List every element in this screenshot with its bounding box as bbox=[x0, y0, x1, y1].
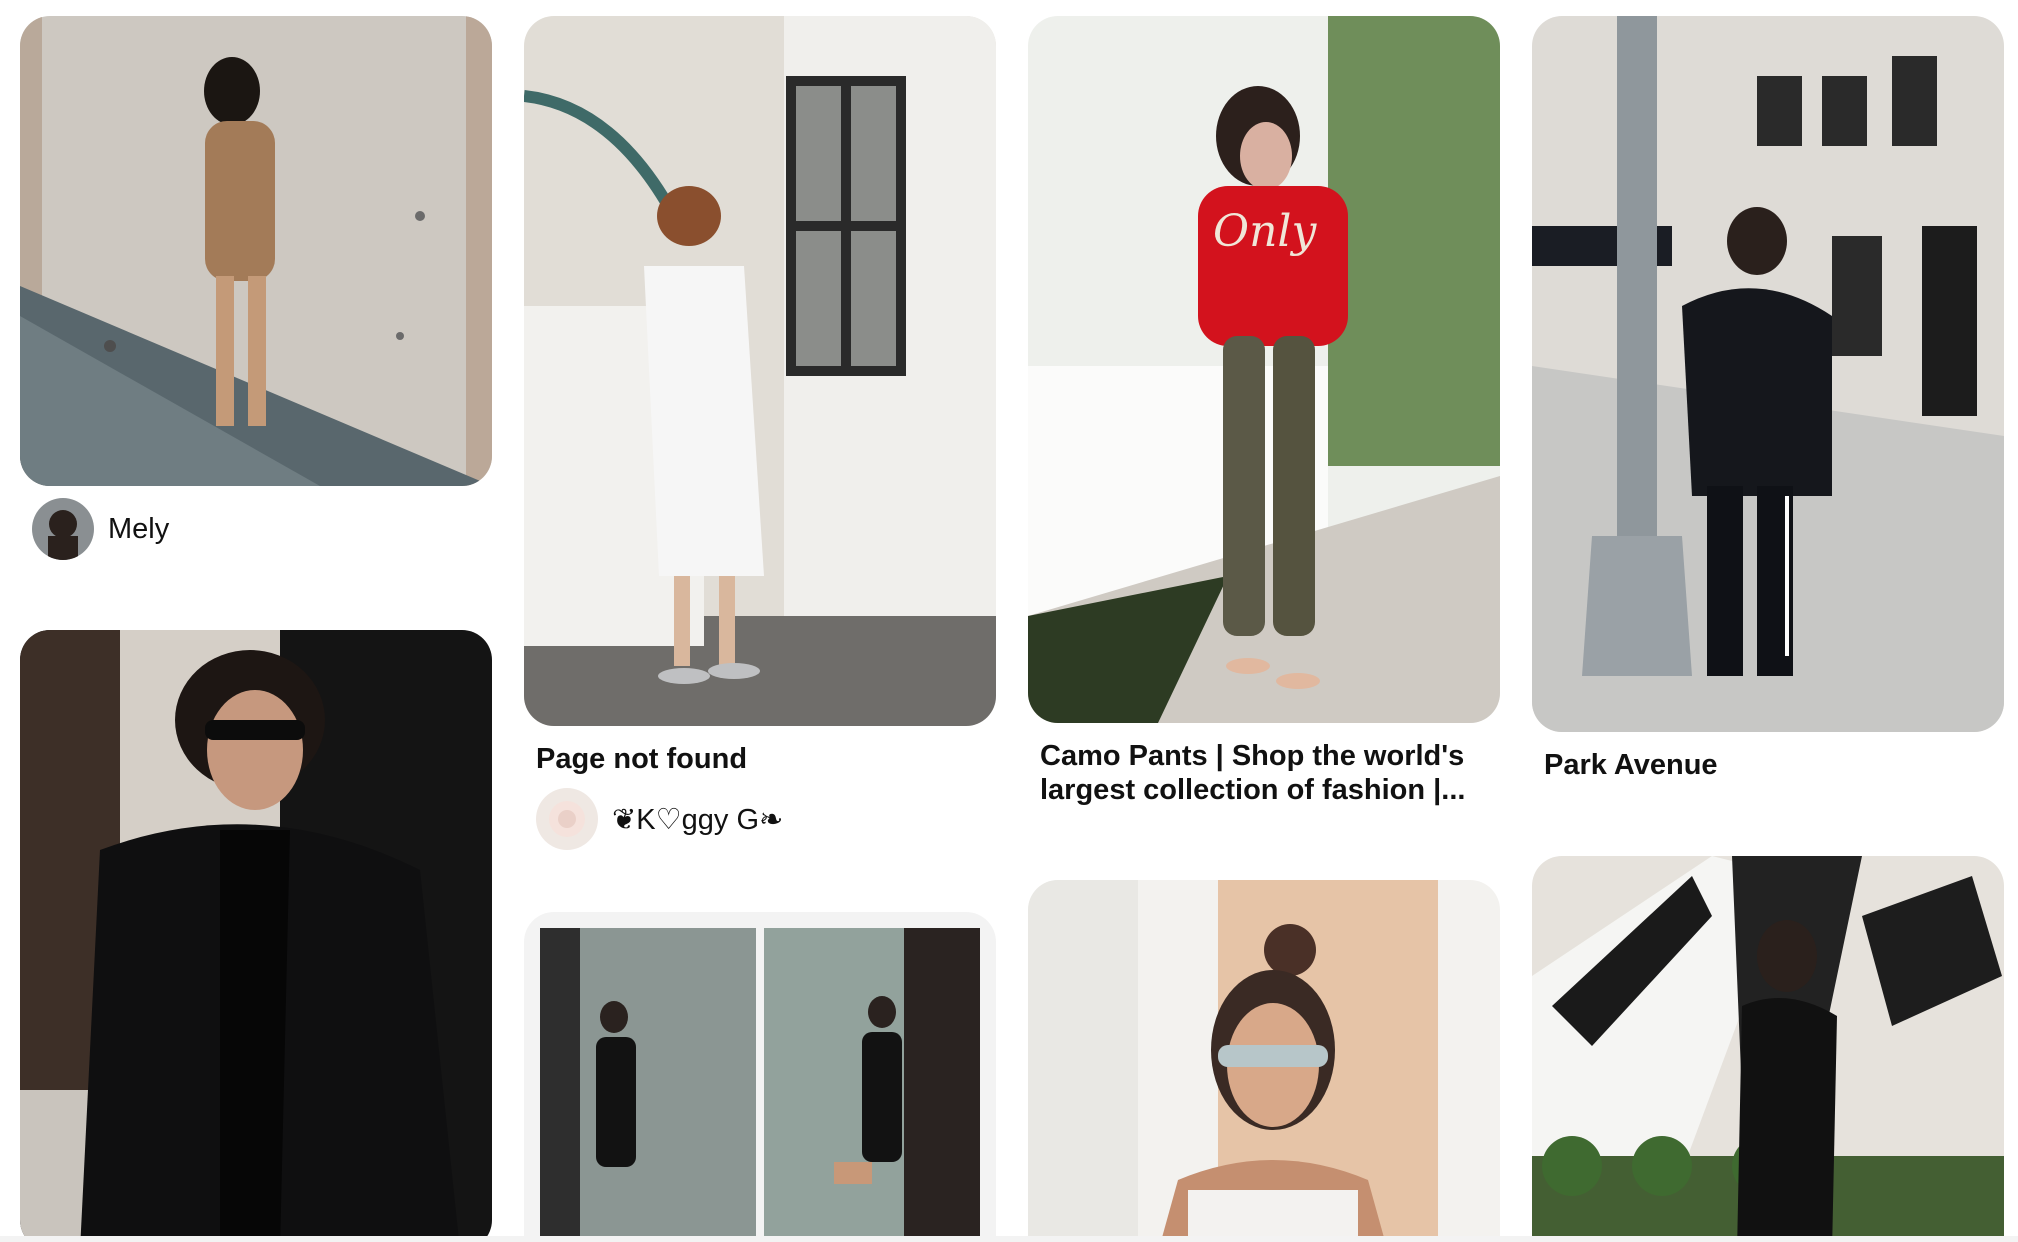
author-avatar[interactable] bbox=[536, 788, 598, 850]
author-avatar[interactable] bbox=[32, 498, 94, 560]
pin-image[interactable] bbox=[524, 16, 996, 726]
pin-author[interactable]: Mely bbox=[32, 498, 492, 560]
pin-card[interactable] bbox=[1028, 880, 1500, 1242]
pin-image[interactable] bbox=[524, 912, 996, 1242]
pin-image[interactable] bbox=[20, 16, 492, 486]
pin-card[interactable] bbox=[1532, 856, 2004, 1242]
pin-title[interactable]: Page not found bbox=[536, 742, 986, 776]
author-name[interactable]: Mely bbox=[108, 513, 169, 546]
pin-card[interactable]: Page not found ❦K♡ggy G❧ bbox=[524, 16, 996, 850]
pin-card[interactable]: Park Avenue bbox=[1532, 16, 2004, 782]
pin-board: Mely Page not found ❦K♡ggy G❧ Only Camo … bbox=[0, 0, 2018, 1242]
pin-image[interactable] bbox=[1028, 880, 1500, 1242]
bottom-divider bbox=[0, 1236, 2018, 1242]
pin-card[interactable] bbox=[524, 912, 996, 1242]
svg-text:Only: Only bbox=[1213, 206, 1317, 257]
pin-author[interactable]: ❦K♡ggy G❧ bbox=[536, 788, 996, 850]
pin-title[interactable]: Park Avenue bbox=[1544, 748, 1994, 782]
pin-image[interactable] bbox=[1532, 16, 2004, 732]
pin-image[interactable] bbox=[1532, 856, 2004, 1242]
pin-card[interactable]: Only Camo Pants | Shop the world's large… bbox=[1028, 16, 1500, 807]
pin-card[interactable] bbox=[20, 630, 492, 1242]
pin-image[interactable]: Only bbox=[1028, 16, 1500, 723]
pin-card[interactable]: Mely bbox=[20, 16, 492, 560]
pin-image[interactable] bbox=[20, 630, 492, 1242]
author-name[interactable]: ❦K♡ggy G❧ bbox=[612, 802, 783, 837]
pin-title[interactable]: Camo Pants | Shop the world's largest co… bbox=[1040, 739, 1490, 807]
